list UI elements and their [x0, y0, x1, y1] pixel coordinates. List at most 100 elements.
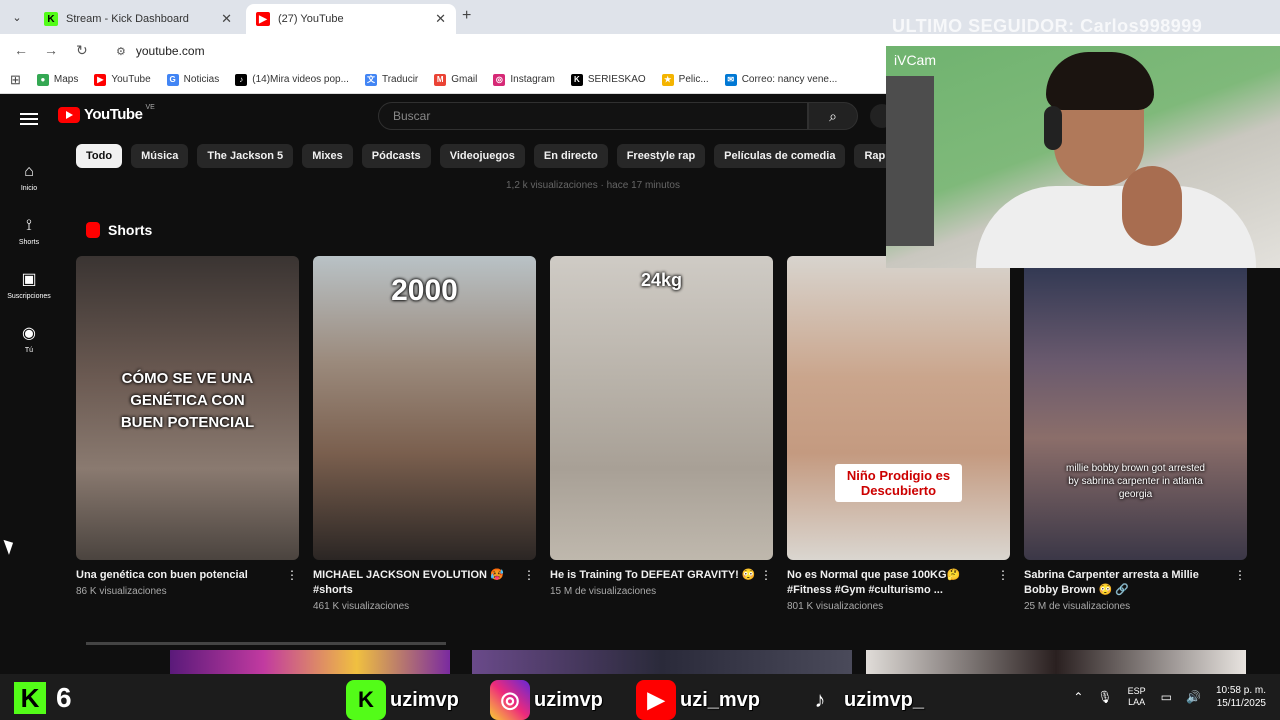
short-card[interactable]: 24kg He is Training To DEFEAT GRAVITY! 😳…	[550, 256, 773, 612]
short-title[interactable]: MICHAEL JACKSON EVOLUTION 🥵 #shorts	[313, 568, 522, 598]
tab-title: (27) YouTube	[278, 13, 344, 25]
chip-musica[interactable]: Música	[131, 144, 189, 168]
bookmark-peliculas[interactable]: ★ Pelic...	[661, 73, 709, 86]
tiktok-logo-icon: ♪	[814, 687, 826, 712]
bookmark-noticias[interactable]: G Noticias	[166, 73, 219, 86]
video-thumbnail[interactable]	[170, 650, 450, 674]
more-options-icon[interactable]: ⋮	[759, 568, 773, 583]
network-icon[interactable]: ▭	[1161, 690, 1172, 704]
sidebar-item-you[interactable]: ◉ Tú	[0, 312, 58, 366]
subscriptions-icon: ▣	[21, 270, 37, 288]
tab-youtube[interactable]: ▶ (27) YouTube ✕	[246, 4, 456, 34]
short-card[interactable]: millie bobby brown got arrested by sabri…	[1024, 256, 1247, 612]
home-icon: ⌂	[24, 162, 34, 180]
bookmark-youtube[interactable]: ▶ YouTube	[94, 73, 151, 86]
sidebar-item-subscriptions[interactable]: ▣ Suscripciones	[0, 258, 58, 312]
shorts-title: Shorts	[108, 222, 153, 238]
thumbnail-overlay-text: CÓMO SE VE UNA GENÉTICA CON BUEN POTENCI…	[120, 370, 255, 431]
new-tab-icon[interactable]: +	[462, 7, 471, 25]
bookmark-traducir[interactable]: 文 Traducir	[364, 73, 418, 86]
video-thumbnail[interactable]	[866, 650, 1246, 674]
search-button[interactable]: ⌕	[808, 102, 858, 130]
next-row-thumbnails	[76, 642, 1256, 674]
country-code: VE	[145, 104, 155, 111]
short-title[interactable]: Sabrina Carpenter arresta a Millie Bobby…	[1024, 568, 1233, 598]
tab-kick-dashboard[interactable]: K Stream - Kick Dashboard ✕	[34, 4, 242, 34]
short-views: 461 K visualizaciones	[313, 601, 410, 612]
thumbnail-overlay-text: Niño Prodigio es Descubierto	[835, 464, 962, 502]
kick-favicon-icon: K	[44, 12, 58, 26]
forward-icon[interactable]: →	[44, 42, 58, 58]
clock[interactable]: 10:58 p. m. 15/11/2025	[1216, 684, 1266, 710]
video-thumbnail[interactable]	[472, 650, 852, 674]
volume-icon[interactable]: 🔊	[1186, 690, 1201, 704]
thumbnail-overlay-text: 2000	[391, 274, 458, 307]
bookmark-label: (14)Mira videos pop...	[252, 74, 349, 85]
short-card[interactable]: CÓMO SE VE UNA GENÉTICA CON BUEN POTENCI…	[76, 256, 299, 612]
screen: ⌄ K Stream - Kick Dashboard ✕ ▶ (27) You…	[0, 0, 1280, 720]
bookmark-instagram[interactable]: ◎ Instagram	[493, 73, 555, 86]
short-thumbnail[interactable]: CÓMO SE VE UNA GENÉTICA CON BUEN POTENCI…	[76, 256, 299, 560]
short-thumbnail[interactable]: 2000	[313, 256, 536, 560]
short-card[interactable]: 2000 MICHAEL JACKSON EVOLUTION 🥵 #shorts…	[313, 256, 536, 612]
sidebar-item-label: Tú	[24, 346, 34, 354]
short-thumbnail[interactable]: millie bobby brown got arrested by sabri…	[1024, 256, 1247, 560]
you-icon: ◉	[22, 324, 36, 342]
language-indicator[interactable]: ESP LAA	[1128, 686, 1146, 708]
more-options-icon[interactable]: ⋮	[522, 568, 536, 598]
reload-icon[interactable]: ↻	[76, 42, 88, 59]
youtube-favicon-icon: ▶	[256, 12, 270, 26]
apps-icon[interactable]: ⊞	[10, 72, 21, 88]
bookmark-gmail[interactable]: M Gmail	[434, 73, 477, 86]
short-title[interactable]: Una genética con buen potencial	[76, 568, 285, 583]
sidebar-item-home[interactable]: ⌂ Inicio	[0, 150, 58, 204]
logo-text: YouTube	[84, 106, 143, 123]
translate-icon: 文	[364, 73, 377, 86]
chip-en-directo[interactable]: En directo	[533, 144, 608, 168]
search-input[interactable]: Buscar	[378, 102, 808, 130]
more-options-icon[interactable]: ⋮	[996, 568, 1010, 598]
back-icon[interactable]: ←	[14, 42, 28, 58]
star-icon: ★	[661, 73, 674, 86]
chevron-up-icon[interactable]: ⌃	[1073, 690, 1083, 704]
layout-code: LAA	[1128, 697, 1146, 707]
sidebar-item-label: Suscripciones	[7, 292, 51, 300]
url-field[interactable]: ⚙ youtube.com	[116, 40, 876, 62]
short-thumbnail[interactable]: 24kg	[550, 256, 773, 560]
chip-videojuegos[interactable]: Videojuegos	[439, 144, 525, 168]
chip-podcasts[interactable]: Pódcasts	[361, 144, 431, 168]
bookmark-label: Pelic...	[678, 74, 709, 85]
short-thumbnail[interactable]: Niño Prodigio es Descubierto	[787, 256, 1010, 560]
more-options-icon[interactable]: ⋮	[285, 568, 299, 583]
chip-mixes[interactable]: Mixes	[302, 144, 353, 168]
bookmark-tiktok[interactable]: ♪ (14)Mira videos pop...	[235, 73, 349, 86]
microphone-icon[interactable]: 🎙	[1097, 690, 1112, 704]
social-kick: K uzimvp	[346, 680, 459, 720]
bookmark-label: Correo: nancy vene...	[741, 74, 838, 85]
bookmark-correo[interactable]: ✉ Correo: nancy vene...	[724, 73, 838, 86]
sidebar: ⌂ Inicio ⟟ Shorts ▣ Suscripciones ◉ Tú	[0, 150, 58, 366]
chip-jackson5[interactable]: The Jackson 5	[197, 144, 294, 168]
short-title[interactable]: He is Training To DEFEAT GRAVITY! 😳	[550, 568, 759, 583]
more-options-icon[interactable]: ⋮	[1233, 568, 1247, 598]
youtube-logo[interactable]: YouTube VE	[58, 104, 155, 123]
social-youtube: ▶ uzi_mvp	[636, 680, 760, 720]
bookmark-label: Maps	[53, 74, 79, 85]
bookmark-serieskao[interactable]: K SERIESKAO	[570, 73, 646, 86]
close-tab-icon[interactable]: ✕	[435, 11, 446, 27]
kick-viewer-counter: K 6	[14, 682, 72, 714]
short-card[interactable]: Niño Prodigio es Descubierto No es Norma…	[787, 256, 1010, 612]
person-hand	[1122, 166, 1182, 246]
menu-icon[interactable]	[20, 110, 38, 128]
news-icon: G	[166, 73, 179, 86]
sidebar-item-shorts[interactable]: ⟟ Shorts	[0, 204, 58, 258]
site-info-icon[interactable]: ⚙	[116, 45, 126, 58]
chip-freestyle-rap[interactable]: Freestyle rap	[616, 144, 706, 168]
close-tab-icon[interactable]: ✕	[221, 11, 232, 27]
social-handle: uzimvp	[534, 688, 603, 711]
chip-todo[interactable]: Todo	[76, 144, 123, 168]
chip-peliculas-comedia[interactable]: Películas de comedia	[714, 144, 846, 168]
short-title[interactable]: No es Normal que pase 100KG🤔 #Fitness #G…	[787, 568, 996, 598]
bookmark-maps[interactable]: ● Maps	[36, 73, 79, 86]
tab-search-icon[interactable]: ⌄	[6, 6, 28, 28]
